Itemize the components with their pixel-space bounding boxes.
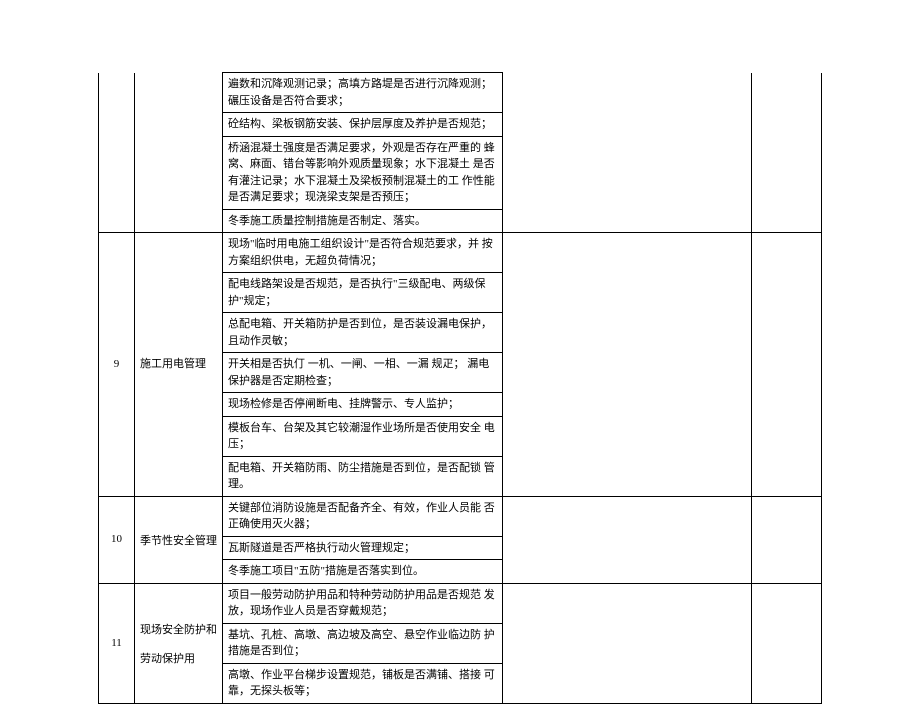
inspection-item: 现场"临时用电施工组织设计"是否符合规范要求，并 按方案组织供电，无超负荷情况； bbox=[223, 233, 503, 273]
inspection-item: 桥涵混凝土强度是否满足要求，外观是否存在严重的 蜂窝、麻面、错台等影响外观质量现… bbox=[223, 136, 503, 209]
empty-cell bbox=[503, 583, 752, 703]
empty-cell bbox=[503, 73, 752, 233]
empty-cell bbox=[752, 583, 822, 703]
table-row: 11现场安全防护和劳动保护用项目一般劳动防护用品和特种劳动防护用品是否规范 发放… bbox=[99, 583, 822, 623]
empty-cell bbox=[752, 73, 822, 233]
inspection-item: 关键部位消防设施是否配备齐全、有效，作业人员能 否正确使用灭火器； bbox=[223, 496, 503, 536]
empty-cell bbox=[752, 496, 822, 583]
table-row: 10季节性安全管理关键部位消防设施是否配备齐全、有效，作业人员能 否正确使用灭火… bbox=[99, 496, 822, 536]
table-row: 9施工用电管理现场"临时用电施工组织设计"是否符合规范要求，并 按方案组织供电，… bbox=[99, 233, 822, 273]
inspection-item: 遍数和沉降观测记录；高填方路堤是否进行沉降观测； 碾压设备是否符合要求； bbox=[223, 73, 503, 113]
inspection-item: 开关相是否执仃 一机、一闸、一相、一漏 规疋； 漏电保护器是否定期检查； bbox=[223, 353, 503, 393]
row-category bbox=[135, 73, 223, 233]
inspection-item: 瓦斯隧道是否严格执行动火管理规定； bbox=[223, 536, 503, 560]
inspection-item: 现场检修是否停闸断电、挂牌警示、专人监护； bbox=[223, 393, 503, 417]
row-category: 季节性安全管理 bbox=[135, 496, 223, 583]
inspection-item: 项目一般劳动防护用品和特种劳动防护用品是否规范 发放，现场作业人员是否穿戴规范； bbox=[223, 583, 503, 623]
inspection-item: 冬季施工项目"五防"措施是否落实到位。 bbox=[223, 560, 503, 584]
table-row: 遍数和沉降观测记录；高填方路堤是否进行沉降观测； 碾压设备是否符合要求； bbox=[99, 73, 822, 113]
inspection-item: 高墩、作业平台梯步设置规范，铺板是否满铺、搭接 可靠，无探头板等； bbox=[223, 663, 503, 703]
empty-cell bbox=[503, 233, 752, 497]
inspection-item: 配电箱、开关箱防雨、防尘措施是否到位，是否配锁 管理。 bbox=[223, 456, 503, 496]
row-number: 11 bbox=[99, 583, 135, 703]
row-number bbox=[99, 73, 135, 233]
inspection-item: 砼结构、梁板钢筋安装、保护层厚度及养护是否规范； bbox=[223, 113, 503, 137]
empty-cell bbox=[503, 496, 752, 583]
row-category: 施工用电管理 bbox=[135, 233, 223, 497]
row-number: 10 bbox=[99, 496, 135, 583]
inspection-item: 配电线路架设是否规范，是否执行"三级配电、两级保护"规定； bbox=[223, 273, 503, 313]
inspection-item: 模板台车、台架及其它较潮湿作业场所是否使用安全 电压； bbox=[223, 416, 503, 456]
row-number: 9 bbox=[99, 233, 135, 497]
inspection-item: 冬季施工质量控制措施是否制定、落实。 bbox=[223, 209, 503, 233]
inspection-item: 基坑、孔桩、高墩、高边坡及高空、悬空作业临边防 护措施是否到位； bbox=[223, 623, 503, 663]
empty-cell bbox=[752, 233, 822, 497]
row-category: 现场安全防护和劳动保护用 bbox=[135, 583, 223, 703]
inspection-table: 遍数和沉降观测记录；高填方路堤是否进行沉降观测； 碾压设备是否符合要求；砼结构、… bbox=[98, 72, 822, 704]
inspection-item: 总配电箱、开关箱防护是否到位，是否装设漏电保护， 且动作灵敏； bbox=[223, 313, 503, 353]
